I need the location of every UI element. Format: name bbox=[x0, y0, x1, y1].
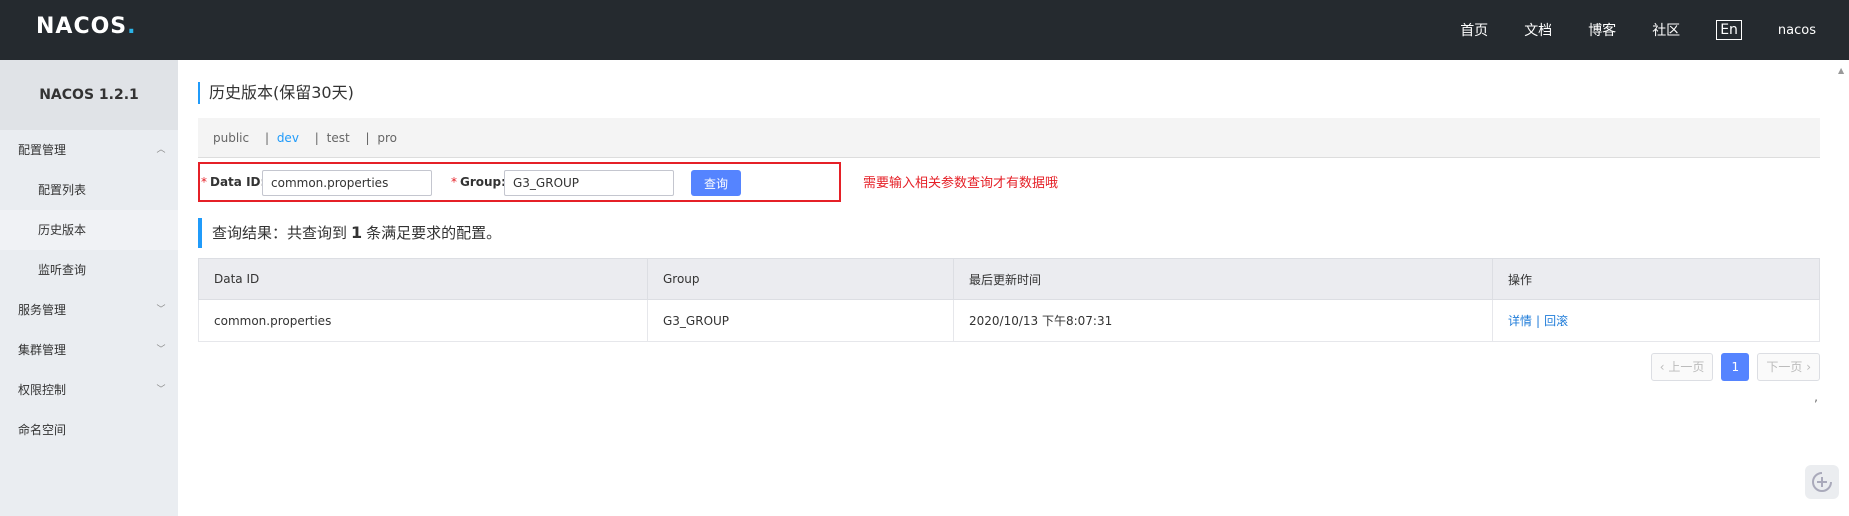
data-id-input[interactable] bbox=[262, 170, 432, 196]
cell-group: G3_GROUP bbox=[647, 299, 954, 342]
logo-dot: . bbox=[127, 14, 137, 39]
chat-assist-icon[interactable] bbox=[1805, 465, 1839, 499]
required-mark: * bbox=[201, 175, 207, 189]
column-header-actions: 操作 bbox=[1492, 258, 1820, 300]
sidebar: NACOS 1.2.1 配置管理 ︿ 配置列表 历史版本 监听查询 服务管理 ﹀… bbox=[0, 60, 178, 516]
sidebar-item-cluster-management[interactable]: 集群管理 ﹀ bbox=[0, 330, 178, 370]
table-row: common.properties G3_GROUP 2020/10/13 下午… bbox=[198, 299, 1820, 342]
namespace-divider: | bbox=[365, 131, 370, 145]
namespace-divider: | bbox=[264, 131, 269, 145]
group-label: * Group: bbox=[451, 175, 506, 189]
detail-link[interactable]: 详情 bbox=[1508, 314, 1532, 328]
rollback-link[interactable]: 回滚 bbox=[1544, 314, 1568, 328]
history-table: Data ID Group 最后更新时间 操作 common.propertie… bbox=[198, 258, 1820, 342]
nav-blog-link[interactable]: 博客 bbox=[1588, 20, 1616, 40]
sidebar-item-label: 配置列表 bbox=[38, 183, 87, 197]
sidebar-item-label: 命名空间 bbox=[18, 423, 67, 437]
scroll-arrow-icon[interactable]: ▲ bbox=[1838, 66, 1844, 75]
sidebar-title: NACOS 1.2.1 bbox=[0, 60, 178, 130]
sidebar-item-history[interactable]: 历史版本 bbox=[0, 210, 178, 250]
sidebar-item-label: 服务管理 bbox=[18, 303, 67, 317]
chevron-right-icon: › bbox=[1806, 360, 1811, 374]
cell-actions: 详情 | 回滚 bbox=[1492, 299, 1820, 342]
result-prefix: 查询结果：共查询到 bbox=[212, 224, 348, 242]
sidebar-item-config-management[interactable]: 配置管理 ︿ bbox=[0, 130, 178, 170]
prev-page-button[interactable]: ‹ 上一页 bbox=[1650, 353, 1714, 381]
cell-data-id: common.properties bbox=[198, 299, 648, 342]
sidebar-menu: 配置管理 ︿ 配置列表 历史版本 监听查询 服务管理 ﹀ 集群管理 ﹀ 权限控制… bbox=[0, 130, 178, 450]
sidebar-item-config-list[interactable]: 配置列表 bbox=[0, 170, 178, 210]
required-mark: * bbox=[451, 175, 457, 189]
sidebar-item-label: 历史版本 bbox=[38, 223, 87, 237]
chevron-left-icon: ‹ bbox=[1659, 360, 1665, 374]
next-page-label: 下一页 bbox=[1766, 360, 1803, 374]
namespace-dev[interactable]: dev bbox=[277, 131, 299, 145]
namespace-divider: | bbox=[314, 131, 319, 145]
next-page-button[interactable]: 下一页 › bbox=[1757, 353, 1820, 381]
pagination: ‹ 上一页 1 下一页 › bbox=[1650, 353, 1820, 381]
result-suffix: 条满足要求的配置。 bbox=[366, 224, 502, 242]
table-header-row: Data ID Group 最后更新时间 操作 bbox=[198, 258, 1820, 300]
sidebar-item-listener-query[interactable]: 监听查询 bbox=[0, 250, 178, 290]
namespace-bar: public | dev | test | pro bbox=[198, 118, 1820, 158]
cell-last-updated: 2020/10/13 下午8:07:31 bbox=[953, 299, 1493, 342]
nacos-logo[interactable]: NACOS. bbox=[36, 12, 137, 42]
result-summary: 查询结果：共查询到 1 条满足要求的配置。 bbox=[198, 218, 501, 248]
column-header-last-updated: 最后更新时间 bbox=[953, 258, 1493, 300]
search-button[interactable]: 查询 bbox=[691, 170, 741, 196]
top-nav: 首页 文档 博客 社区 En nacos bbox=[1460, 0, 1849, 60]
top-bar: NACOS. 首页 文档 博客 社区 En nacos bbox=[0, 0, 1849, 60]
chevron-down-icon: ﹀ bbox=[156, 385, 166, 395]
nav-docs-link[interactable]: 文档 bbox=[1524, 20, 1552, 40]
sidebar-item-namespace[interactable]: 命名空间 bbox=[0, 410, 178, 450]
search-hint: 需要输入相关参数查询才有数据哦 bbox=[863, 176, 1059, 191]
nav-home-link[interactable]: 首页 bbox=[1460, 20, 1488, 40]
chevron-down-icon: ﹀ bbox=[156, 345, 166, 355]
namespace-pro[interactable]: pro bbox=[377, 131, 397, 145]
column-header-group: Group bbox=[647, 258, 954, 300]
sidebar-item-label: 集群管理 bbox=[18, 343, 67, 357]
sidebar-item-service-management[interactable]: 服务管理 ﹀ bbox=[0, 290, 178, 330]
prev-page-label: 上一页 bbox=[1668, 360, 1705, 374]
chevron-down-icon: ﹀ bbox=[156, 305, 166, 315]
group-label-text: Group: bbox=[460, 175, 506, 189]
page-1-button[interactable]: 1 bbox=[1721, 353, 1750, 381]
pager-tick: , bbox=[1814, 390, 1818, 404]
sidebar-item-label: 监听查询 bbox=[38, 263, 87, 277]
language-toggle-button[interactable]: En bbox=[1716, 20, 1742, 40]
namespace-test[interactable]: test bbox=[327, 131, 350, 145]
user-name[interactable]: nacos bbox=[1778, 23, 1816, 38]
sidebar-item-access-control[interactable]: 权限控制 ﹀ bbox=[0, 370, 178, 410]
action-divider: | bbox=[1536, 314, 1541, 328]
data-id-label: * Data ID: bbox=[201, 175, 265, 189]
namespace-public[interactable]: public bbox=[213, 131, 249, 145]
main-content: 历史版本(保留30天) public | dev | test | pro * D… bbox=[198, 60, 1820, 516]
chat-assist-svg bbox=[1812, 472, 1832, 492]
data-id-label-text: Data ID: bbox=[210, 175, 266, 189]
search-form: *Data ID: *Group: 查询 bbox=[198, 162, 841, 202]
column-header-data-id: Data ID bbox=[198, 258, 648, 300]
result-count: 1 bbox=[351, 223, 363, 242]
chevron-up-icon: ︿ bbox=[156, 145, 166, 155]
nav-community-link[interactable]: 社区 bbox=[1652, 20, 1680, 40]
sidebar-item-label: 权限控制 bbox=[18, 383, 67, 397]
logo-text: NACOS bbox=[36, 14, 128, 39]
group-input[interactable] bbox=[504, 170, 674, 196]
page-title: 历史版本(保留30天) bbox=[198, 82, 354, 104]
sidebar-item-label: 配置管理 bbox=[18, 143, 67, 157]
